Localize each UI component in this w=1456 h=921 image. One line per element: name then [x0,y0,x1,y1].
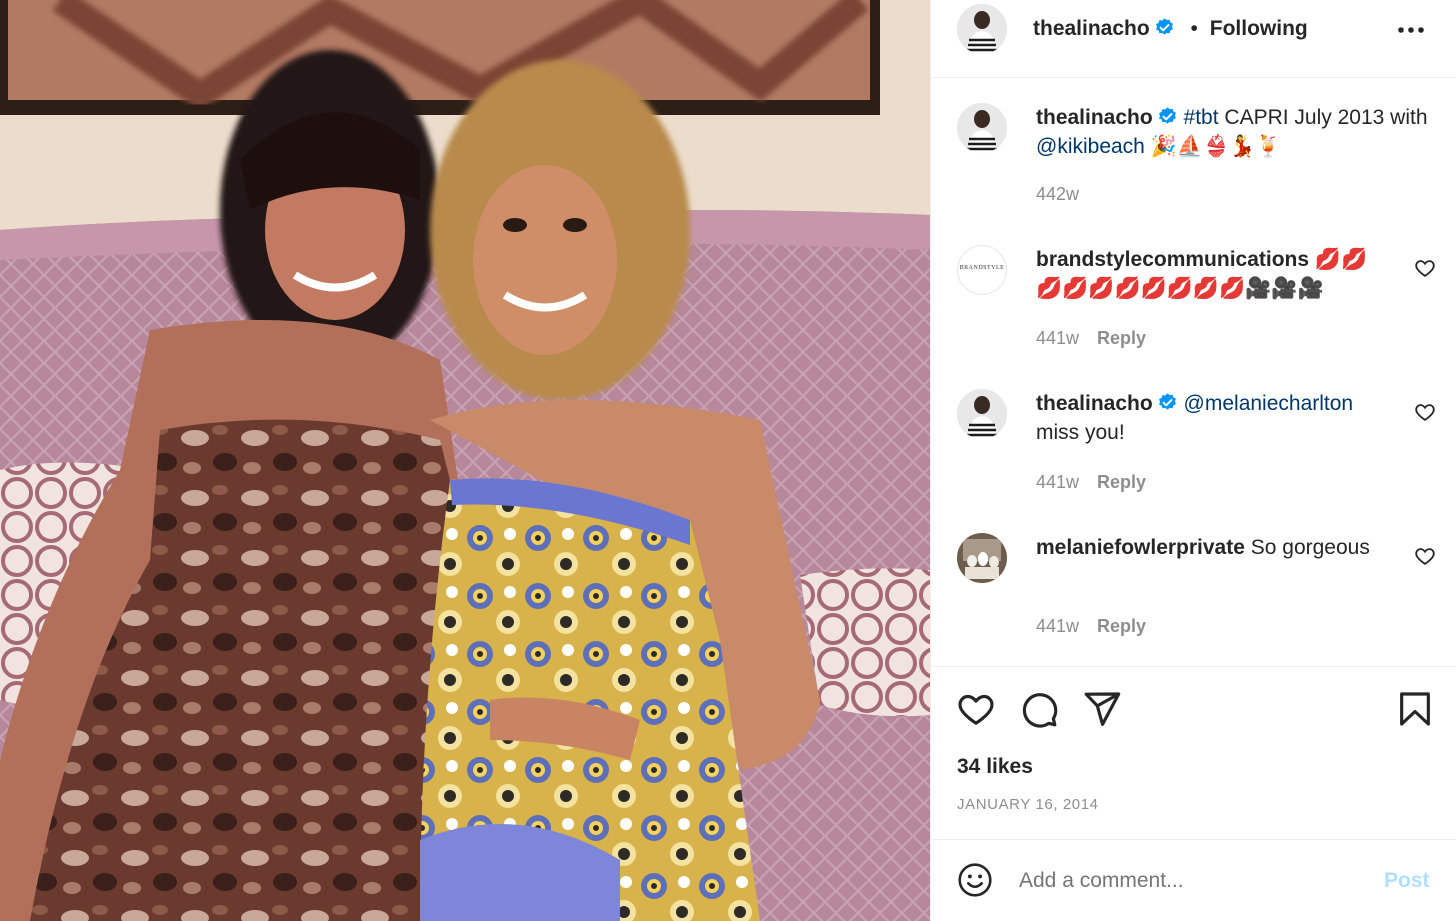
author-avatar-image [957,4,1007,54]
post-actions: 34 likes JANUARY 16, 2014 [931,666,1456,839]
comment-avatar-image [957,533,1007,583]
header-title-row: thealinacho • Following [1033,16,1308,42]
author-username[interactable]: thealinacho [1033,17,1150,40]
comment-bubble-icon[interactable] [1019,689,1059,729]
comment-thealinacho: thealinacho @melaniecharlton miss you! [1036,389,1416,447]
reply-button[interactable]: Reply [1097,472,1146,492]
verified-badge-icon [1157,106,1178,127]
brandstyle-logo-text: BRANDSTYLE [959,265,1005,271]
comment-avatar-thealinacho[interactable] [957,389,1007,439]
comment-input[interactable] [1019,864,1359,898]
caption-emoji: 🎉⛵👙💃🍹 [1144,135,1282,158]
post-header: thealinacho • Following [931,0,1456,78]
comment-melaniefowler: melaniefowlerprivate So gorgeous [1036,533,1376,562]
caption-timestamp[interactable]: 442w [1036,184,1079,205]
comment-username[interactable]: melaniefowlerprivate [1036,536,1245,559]
comment-avatar-brandstyle[interactable]: BRANDSTYLE [957,245,1007,295]
photo-illustration [0,0,930,921]
comment-timestamp[interactable]: 441w [1036,328,1079,348]
comment-like-heart-icon[interactable] [1414,545,1436,567]
comment-like-heart-icon[interactable] [1414,401,1436,423]
comment-like-heart-icon[interactable] [1414,257,1436,279]
caption-mention[interactable]: @kikibeach [1036,135,1145,158]
caption-body: CAPRI July 2013 with [1218,106,1428,129]
comment-avatar-melaniefowler[interactable] [957,533,1007,583]
smiley-icon[interactable] [957,862,993,898]
post-date: JANUARY 16, 2014 [957,796,1099,813]
bookmark-icon[interactable] [1395,689,1435,729]
comment-timestamp[interactable]: 441w [1036,616,1079,636]
reply-button[interactable]: Reply [1097,328,1146,348]
comment-composer: Post [931,839,1456,921]
more-options-icon[interactable] [1397,26,1425,34]
comment-meta-row: 441w Reply [1036,472,1146,493]
comment-body: So gorgeous [1244,536,1370,559]
heart-icon[interactable] [956,689,996,729]
comment-timestamp[interactable]: 441w [1036,472,1079,492]
author-avatar[interactable] [957,4,1007,54]
comment-avatar-image [957,389,1007,439]
caption-text: thealinacho #tbt CAPRI July 2013 with @k… [1036,103,1436,161]
comment-mention[interactable]: @melaniecharlton [1184,392,1354,415]
verified-badge-icon [1154,17,1175,38]
paper-plane-icon[interactable] [1082,689,1122,729]
reply-button[interactable]: Reply [1097,616,1146,636]
post-photo[interactable] [0,0,930,921]
caption-avatar-image [957,103,1007,153]
caption-username[interactable]: thealinacho [1036,106,1153,129]
caption-hashtag[interactable]: #tbt [1184,106,1219,129]
caption-avatar[interactable] [957,103,1007,153]
header-separator: • [1190,17,1198,40]
comment-username[interactable]: thealinacho [1036,392,1153,415]
post-comment-button[interactable]: Post [1384,869,1430,893]
likes-count[interactable]: 34 likes [957,755,1033,779]
comment-username[interactable]: brandstylecommunications [1036,248,1309,271]
following-button[interactable]: Following [1210,17,1308,40]
post-details-panel: thealinacho • Following thealinacho #tbt… [930,0,1456,921]
comment-brandstyle: brandstylecommunications 💋💋💋💋💋💋💋💋💋💋🎥🎥🎥 [1036,245,1381,303]
comment-meta-row: 441w Reply [1036,328,1146,349]
comment-meta-row: 441w Reply [1036,616,1146,637]
verified-badge-icon [1157,392,1178,413]
comment-body: miss you! [1036,421,1125,444]
